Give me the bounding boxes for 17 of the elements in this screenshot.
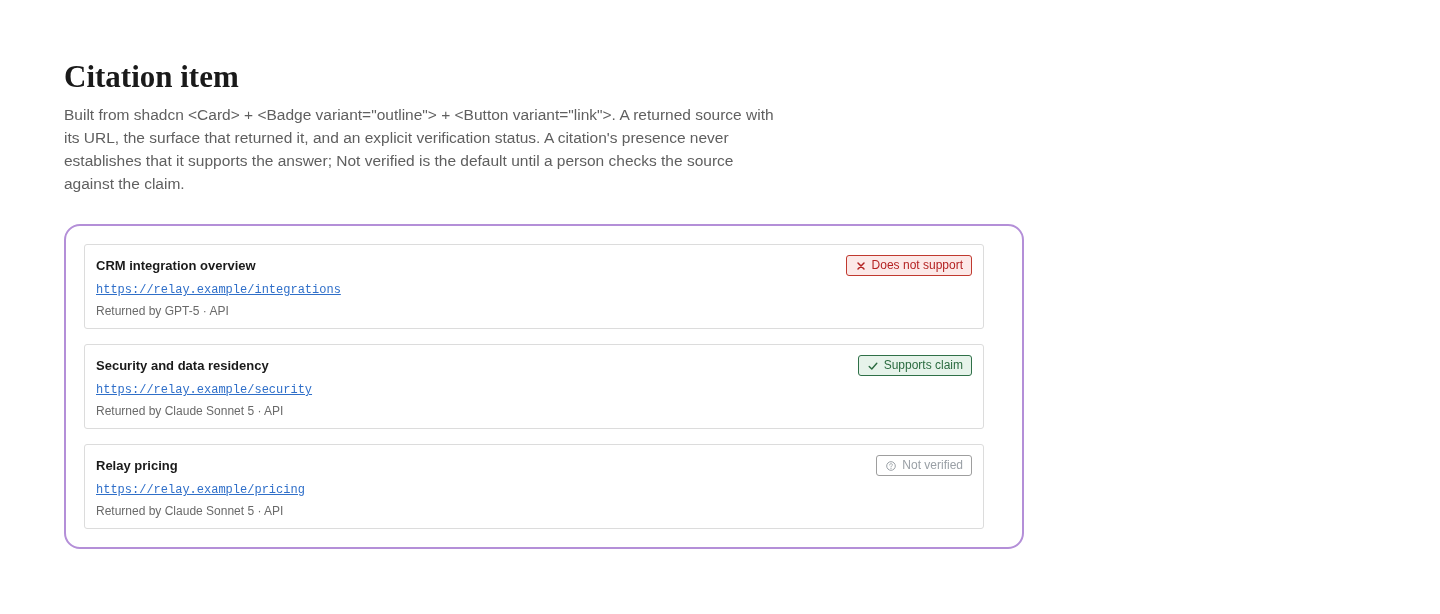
source-link[interactable]: https://relay.example/pricing [96,482,305,498]
status-label: Not verified [902,457,963,474]
page-title: Citation item [64,59,239,95]
citation-title: CRM integration overview [96,257,256,275]
page-description: Built from shadcn <Card> + <Badge variant="outline"> + <Button variant="link">. A returned source with its URL, the surface that returned it, and an explicit verification status. A citation's presence never establishes that it supports the answer; Not verified is the default until a person checks the source against the claim. [64,105,775,194]
question-circle-icon [886,460,897,471]
returned-by-text: Returned by GPT-5 · API [96,303,229,319]
check-icon [867,360,878,371]
source-link[interactable]: https://relay.example/security [96,382,313,398]
citation-title: Relay pricing [96,457,178,475]
returned-by-text: Returned by Claude Sonnet 5 · API [96,403,284,419]
source-link[interactable]: https://relay.example/integrations [96,282,341,298]
citation-title: Security and data residency [96,357,269,375]
x-icon [855,260,866,271]
status-label: Supports claim [883,357,963,374]
status-label: Does not support [871,257,963,274]
returned-by-text: Returned by Claude Sonnet 5 · API [96,503,284,519]
